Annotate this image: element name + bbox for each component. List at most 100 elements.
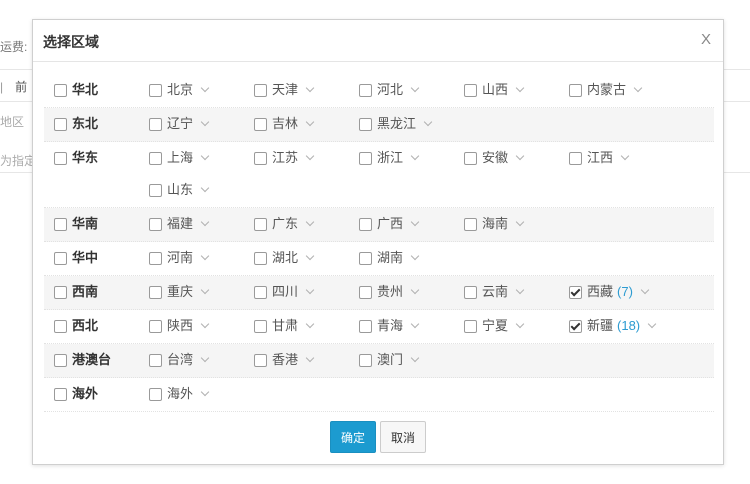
chevron-down-icon[interactable] [640,285,650,295]
chevron-down-icon[interactable] [633,83,643,93]
checkbox[interactable] [149,152,162,165]
province-hebei[interactable]: 河北 [359,82,420,98]
checkbox[interactable] [54,388,67,401]
province-guangxi[interactable]: 广西 [359,216,420,232]
province-xizang[interactable]: 西藏 (7) [569,284,650,300]
chevron-down-icon[interactable] [200,387,210,397]
chevron-down-icon[interactable] [410,251,420,261]
province-haiwai[interactable]: 海外 [149,386,210,402]
checkbox[interactable] [359,354,372,367]
cancel-button[interactable]: 取消 [380,421,426,453]
chevron-down-icon[interactable] [305,353,315,363]
checkbox[interactable] [254,252,267,265]
checkbox[interactable] [149,252,162,265]
chevron-down-icon[interactable] [200,285,210,295]
region-checkbox-haiwai[interactable]: 海外 [54,386,98,402]
province-hainan[interactable]: 海南 [464,216,525,232]
chevron-down-icon[interactable] [410,353,420,363]
region-checkbox-huadong[interactable]: 华东 [54,150,98,166]
confirm-button[interactable]: 确定 [330,421,376,453]
checkbox[interactable] [54,286,67,299]
province-sichuan[interactable]: 四川 [254,284,315,300]
chevron-down-icon[interactable] [515,151,525,161]
province-gansu[interactable]: 甘肃 [254,318,315,334]
province-henan[interactable]: 河南 [149,250,210,266]
checkbox[interactable] [54,84,67,97]
province-zhejiang[interactable]: 浙江 [359,150,420,166]
chevron-down-icon[interactable] [200,83,210,93]
checkbox[interactable] [359,320,372,333]
region-checkbox-huabei[interactable]: 华北 [54,82,98,98]
region-checkbox-gangaotai[interactable]: 港澳台 [54,352,111,368]
chevron-down-icon[interactable] [305,83,315,93]
chevron-down-icon[interactable] [515,83,525,93]
checkbox[interactable] [254,286,267,299]
checkbox[interactable] [54,354,67,367]
province-tianjin[interactable]: 天津 [254,82,315,98]
chevron-down-icon[interactable] [410,217,420,227]
province-qinghai[interactable]: 青海 [359,318,420,334]
province-neimenggu[interactable]: 内蒙古 [569,82,643,98]
checkbox[interactable] [464,320,477,333]
province-xianggang[interactable]: 香港 [254,352,315,368]
province-chongqing[interactable]: 重庆 [149,284,210,300]
province-guizhou[interactable]: 贵州 [359,284,420,300]
province-hubei[interactable]: 湖北 [254,250,315,266]
checkbox[interactable] [149,354,162,367]
chevron-down-icon[interactable] [305,251,315,261]
chevron-down-icon[interactable] [200,251,210,261]
chevron-down-icon[interactable] [620,151,630,161]
province-shandong[interactable]: 山东 [149,182,210,198]
chevron-down-icon[interactable] [200,353,210,363]
province-taiwan[interactable]: 台湾 [149,352,210,368]
chevron-down-icon[interactable] [305,217,315,227]
province-ningxia[interactable]: 宁夏 [464,318,525,334]
province-jiangsu[interactable]: 江苏 [254,150,315,166]
region-checkbox-xibei[interactable]: 西北 [54,318,98,334]
checkbox[interactable] [54,252,67,265]
chevron-down-icon[interactable] [410,285,420,295]
checkbox[interactable] [254,84,267,97]
checkbox-checked[interactable] [569,320,582,333]
chevron-down-icon[interactable] [647,319,657,329]
province-fujian[interactable]: 福建 [149,216,210,232]
chevron-down-icon[interactable] [305,151,315,161]
checkbox[interactable] [149,388,162,401]
chevron-down-icon[interactable] [200,151,210,161]
chevron-down-icon[interactable] [423,117,433,127]
checkbox[interactable] [359,152,372,165]
province-shanghai[interactable]: 上海 [149,150,210,166]
chevron-down-icon[interactable] [200,319,210,329]
province-yunnan[interactable]: 云南 [464,284,525,300]
checkbox[interactable] [254,152,267,165]
region-checkbox-xinan[interactable]: 西南 [54,284,98,300]
checkbox[interactable] [359,118,372,131]
chevron-down-icon[interactable] [410,151,420,161]
chevron-down-icon[interactable] [515,217,525,227]
checkbox[interactable] [254,320,267,333]
chevron-down-icon[interactable] [305,319,315,329]
checkbox[interactable] [254,354,267,367]
checkbox[interactable] [569,84,582,97]
close-icon[interactable]: X [701,31,711,48]
province-jilin[interactable]: 吉林 [254,116,315,132]
province-anhui[interactable]: 安徽 [464,150,525,166]
province-shaanxi[interactable]: 陕西 [149,318,210,334]
province-shanxi[interactable]: 山西 [464,82,525,98]
chevron-down-icon[interactable] [305,285,315,295]
chevron-down-icon[interactable] [515,319,525,329]
checkbox-checked[interactable] [569,286,582,299]
chevron-down-icon[interactable] [200,183,210,193]
checkbox[interactable] [464,286,477,299]
chevron-down-icon[interactable] [200,117,210,127]
province-beijing[interactable]: 北京 [149,82,210,98]
province-hunan[interactable]: 湖南 [359,250,420,266]
checkbox[interactable] [54,118,67,131]
province-xinjiang[interactable]: 新疆 (18) [569,318,657,334]
checkbox[interactable] [149,84,162,97]
checkbox[interactable] [359,84,372,97]
chevron-down-icon[interactable] [410,83,420,93]
checkbox[interactable] [149,286,162,299]
province-liaoning[interactable]: 辽宁 [149,116,210,132]
province-guangdong[interactable]: 广东 [254,216,315,232]
